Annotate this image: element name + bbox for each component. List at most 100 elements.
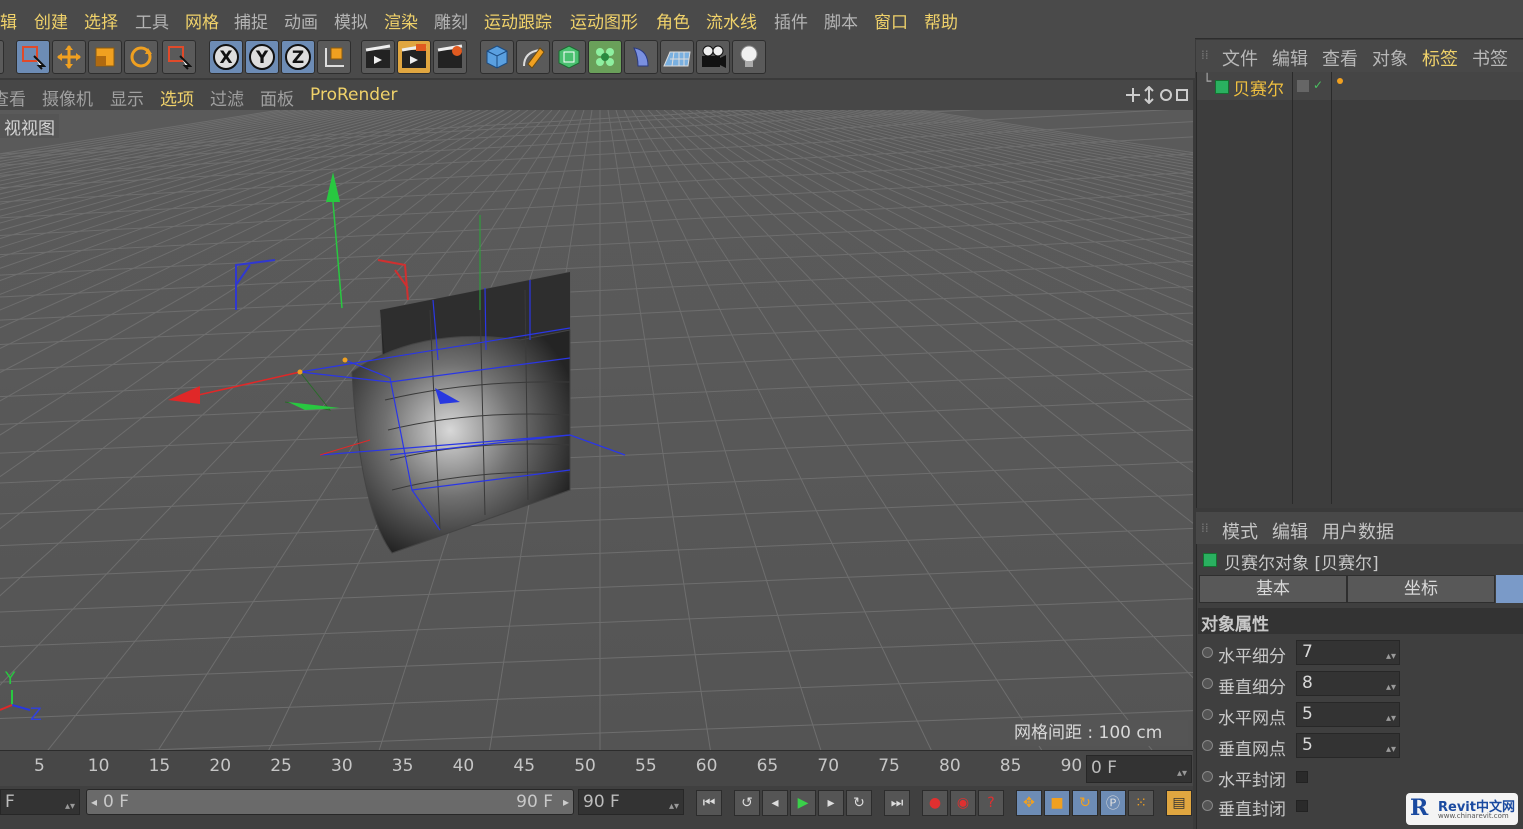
spinner-icon[interactable]: ▴▾	[1386, 707, 1396, 730]
viewport-menu-display[interactable]: 显示	[110, 85, 144, 110]
menu-script[interactable]: 脚本	[824, 8, 858, 33]
end-frame-field[interactable]: 90 F ▴▾	[578, 789, 684, 815]
spinner-icon[interactable]: ▴▾	[1386, 676, 1396, 699]
viewport-menu-options[interactable]: 选项	[160, 85, 194, 110]
spinner-icon[interactable]: ▴▾	[1386, 738, 1396, 761]
pen-spline-button[interactable]	[516, 40, 550, 74]
v-subdivision-field[interactable]: 8 ▴▾	[1296, 671, 1400, 696]
menu-mesh[interactable]: 网格	[185, 8, 219, 33]
am-menu-user-data[interactable]: 用户数据	[1322, 518, 1394, 544]
key-point-level-button[interactable]: ⁙	[1128, 790, 1154, 816]
am-menu-mode[interactable]: 模式	[1222, 518, 1258, 544]
previous-frame-button[interactable]: ◂	[762, 790, 788, 816]
menu-animate[interactable]: 动画	[284, 8, 318, 33]
animate-radio[interactable]	[1202, 709, 1213, 720]
menu-help[interactable]: 帮助	[924, 8, 958, 33]
tab-coordinates[interactable]: 坐标	[1347, 575, 1495, 603]
menu-motion-tracking[interactable]: 运动跟踪	[484, 8, 552, 33]
om-menu-bookmarks[interactable]: 书签	[1472, 45, 1508, 71]
range-right-handle-icon[interactable]: ▸	[563, 790, 569, 814]
om-menu-objects[interactable]: 对象	[1372, 45, 1408, 71]
animate-radio[interactable]	[1202, 800, 1213, 811]
h-points-field[interactable]: 5 ▴▾	[1296, 702, 1400, 727]
key-position-button[interactable]: ✥	[1016, 790, 1042, 816]
menu-snap[interactable]: 捕捉	[234, 8, 268, 33]
render-settings-button[interactable]	[433, 40, 467, 74]
play-button[interactable]: ▶	[790, 790, 816, 816]
key-parameter-button[interactable]: Ⓟ	[1100, 790, 1126, 816]
render-view-button[interactable]	[361, 40, 395, 74]
menu-select[interactable]: 选择	[84, 8, 118, 33]
cube-object-button[interactable]	[480, 40, 514, 74]
rotate-button[interactable]	[124, 40, 158, 74]
start-frame-field[interactable]: F ▴▾	[0, 789, 80, 815]
floor-button[interactable]	[660, 40, 694, 74]
perspective-viewport[interactable]: Y Z	[0, 110, 1193, 750]
auto-key-button[interactable]: ◉	[950, 790, 976, 816]
coordinate-system-button[interactable]	[317, 40, 351, 74]
v-points-field[interactable]: 5 ▴▾	[1296, 733, 1400, 758]
spinner-icon[interactable]: ▴▾	[1386, 645, 1396, 668]
key-scale-button[interactable]: ■	[1044, 790, 1070, 816]
spinner-icon[interactable]: ▴▾	[1177, 762, 1187, 786]
deformer-button[interactable]	[624, 40, 658, 74]
key-rotation-button[interactable]: ↻	[1072, 790, 1098, 816]
range-left-handle-icon[interactable]: ◂	[91, 790, 97, 814]
h-subdivision-field[interactable]: 7 ▴▾	[1296, 640, 1400, 665]
frame-range-slider[interactable]: ◂ 0 F 90 F ▸	[86, 789, 574, 815]
h-closed-checkbox[interactable]	[1296, 771, 1308, 783]
move-button[interactable]	[52, 40, 86, 74]
previous-key-button[interactable]: ↺	[734, 790, 760, 816]
v-closed-checkbox[interactable]	[1296, 800, 1308, 812]
light-button[interactable]	[732, 40, 766, 74]
tab-object-active[interactable]	[1496, 575, 1523, 603]
table-row[interactable]: └ 贝赛尔 ✓	[1197, 72, 1523, 100]
timeline-window-button[interactable]: ▤	[1166, 790, 1192, 816]
am-menu-edit[interactable]: 编辑	[1272, 518, 1308, 544]
undo-stub-button[interactable]	[0, 40, 4, 74]
viewport-menu-filter[interactable]: 过滤	[210, 85, 244, 110]
scale-button[interactable]	[88, 40, 122, 74]
menu-plugins[interactable]: 插件	[774, 8, 808, 33]
om-menu-view[interactable]: 查看	[1322, 45, 1358, 71]
menu-mograph[interactable]: 运动图形	[570, 8, 638, 33]
spinner-icon[interactable]: ▴▾	[65, 795, 75, 819]
menu-edit[interactable]: 辑	[0, 8, 17, 33]
viewport-menu-panel[interactable]: 面板	[260, 85, 294, 110]
viewport-menu-prorender[interactable]: ProRender	[310, 85, 398, 105]
menu-pipeline[interactable]: 流水线	[706, 8, 757, 33]
tab-basic[interactable]: 基本	[1199, 575, 1347, 603]
animate-radio[interactable]	[1202, 771, 1213, 782]
render-picture-viewer-button[interactable]	[397, 40, 431, 74]
keyframe-selection-button[interactable]: ?	[978, 790, 1004, 816]
animate-radio[interactable]	[1202, 740, 1213, 751]
cloner-button[interactable]	[588, 40, 622, 74]
menu-tools[interactable]: 工具	[135, 8, 169, 33]
go-to-start-button[interactable]: ⏮	[696, 790, 722, 816]
x-axis-lock-button[interactable]: X	[209, 40, 243, 74]
animate-radio[interactable]	[1202, 678, 1213, 689]
z-axis-lock-button[interactable]: Z	[281, 40, 315, 74]
next-key-button[interactable]: ↻	[846, 790, 872, 816]
menu-sculpt[interactable]: 雕刻	[434, 8, 468, 33]
viewport-nav-controls[interactable]	[1125, 85, 1189, 105]
menu-render[interactable]: 渲染	[384, 8, 418, 33]
menu-simulate[interactable]: 模拟	[334, 8, 368, 33]
om-menu-tags[interactable]: 标签	[1422, 45, 1458, 71]
record-active-button[interactable]: ●	[922, 790, 948, 816]
next-frame-button[interactable]: ▸	[818, 790, 844, 816]
om-menu-edit[interactable]: 编辑	[1272, 45, 1308, 71]
go-to-end-button[interactable]: ⏭	[884, 790, 910, 816]
y-axis-lock-button[interactable]: Y	[245, 40, 279, 74]
live-select-button[interactable]	[16, 40, 50, 74]
om-menu-file[interactable]: 文件	[1222, 45, 1258, 71]
animate-radio[interactable]	[1202, 647, 1213, 658]
current-frame-field[interactable]: 0 F ▴▾	[1086, 755, 1192, 783]
subdivision-surface-button[interactable]	[552, 40, 586, 74]
visibility-check-icon[interactable]: ✓	[1313, 78, 1323, 92]
camera-button[interactable]	[696, 40, 730, 74]
menu-create[interactable]: 创建	[34, 8, 68, 33]
menu-character[interactable]: 角色	[656, 8, 690, 33]
viewport-menu-view[interactable]: 查看	[0, 85, 26, 110]
recent-tool-button[interactable]	[162, 40, 196, 74]
